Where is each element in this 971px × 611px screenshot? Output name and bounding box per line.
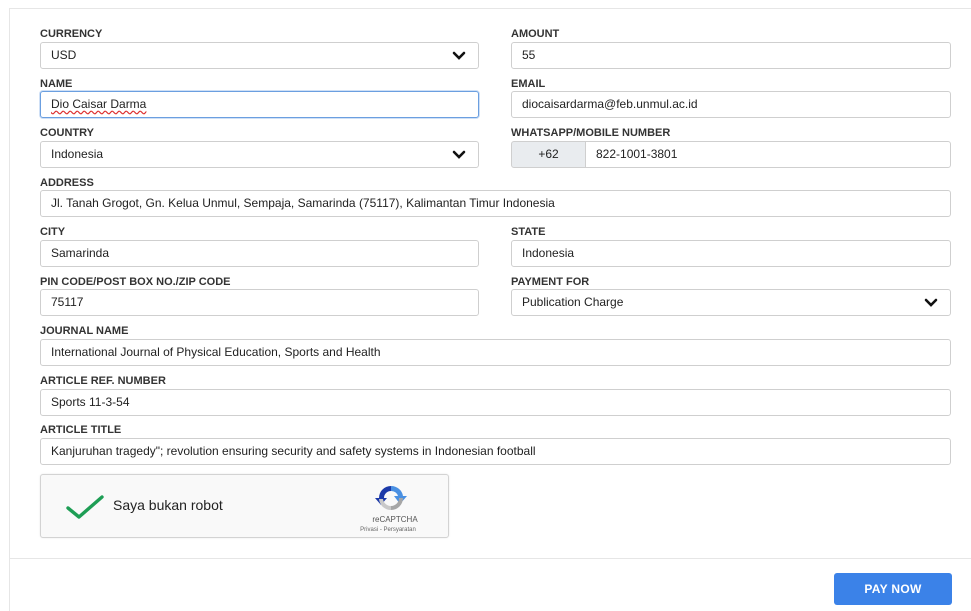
chevron-down-icon bbox=[452, 51, 466, 60]
currency-label: CURRENCY bbox=[40, 28, 103, 40]
country-value: Indonesia bbox=[51, 147, 104, 161]
amount-label: AMOUNT bbox=[511, 28, 560, 40]
journal-label: JOURNAL NAME bbox=[40, 325, 129, 337]
pin-label: PIN CODE/POST BOX NO./ZIP CODE bbox=[40, 276, 231, 288]
recaptcha-brand: reCAPTCHA bbox=[372, 515, 418, 524]
phone-label: WHATSAPP/MOBILE NUMBER bbox=[511, 127, 671, 139]
city-label: CITY bbox=[40, 226, 66, 238]
state-input[interactable]: Indonesia bbox=[511, 240, 951, 267]
amount-input[interactable]: 55 bbox=[511, 42, 951, 69]
article-ref-input[interactable]: Sports 11-3-54 bbox=[40, 389, 951, 416]
article-title-label: ARTICLE TITLE bbox=[40, 424, 122, 436]
payment-for-value: Publication Charge bbox=[522, 295, 624, 309]
state-label: STATE bbox=[511, 226, 546, 238]
phone-country-code: +62 bbox=[511, 141, 586, 168]
recaptcha-widget: Saya bukan robot reCAPTCHA Privasi - Per… bbox=[40, 474, 449, 538]
checkmark-icon[interactable] bbox=[65, 493, 105, 521]
currency-value: USD bbox=[51, 48, 77, 62]
city-input[interactable]: Samarinda bbox=[40, 240, 479, 267]
email-input[interactable]: diocaisardarma@feb.unmul.ac.id bbox=[511, 91, 951, 118]
country-label: COUNTRY bbox=[40, 127, 94, 139]
recaptcha-privacy-links[interactable]: Privasi - Persyaratan bbox=[327, 527, 449, 533]
pin-input[interactable]: 75117 bbox=[40, 289, 479, 316]
recaptcha-label: Saya bukan robot bbox=[113, 497, 223, 513]
footer-divider bbox=[9, 558, 971, 559]
journal-input[interactable]: International Journal of Physical Educat… bbox=[40, 339, 951, 366]
payment-for-select[interactable]: Publication Charge bbox=[511, 289, 951, 316]
currency-select[interactable]: USD bbox=[40, 42, 479, 69]
name-label: NAME bbox=[40, 78, 73, 90]
article-title-input[interactable]: Kanjuruhan tragedy"; revolution ensuring… bbox=[40, 438, 951, 465]
address-label: ADDRESS bbox=[40, 177, 94, 189]
name-input[interactable]: Dio Caisar Darma bbox=[40, 91, 479, 118]
chevron-down-icon bbox=[452, 150, 466, 159]
recaptcha-logo-icon bbox=[375, 485, 407, 511]
address-input[interactable]: Jl. Tanah Grogot, Gn. Kelua Unmul, Sempa… bbox=[40, 190, 951, 217]
phone-input[interactable]: 822-1001-3801 bbox=[585, 141, 951, 168]
email-label: EMAIL bbox=[511, 78, 546, 90]
payment-for-label: PAYMENT FOR bbox=[511, 276, 590, 288]
pay-now-button[interactable]: PAY NOW bbox=[834, 573, 952, 605]
chevron-down-icon bbox=[924, 298, 938, 307]
country-select[interactable]: Indonesia bbox=[40, 141, 479, 168]
name-value: Dio Caisar Darma bbox=[51, 97, 147, 111]
article-ref-label: ARTICLE REF. NUMBER bbox=[40, 375, 166, 387]
